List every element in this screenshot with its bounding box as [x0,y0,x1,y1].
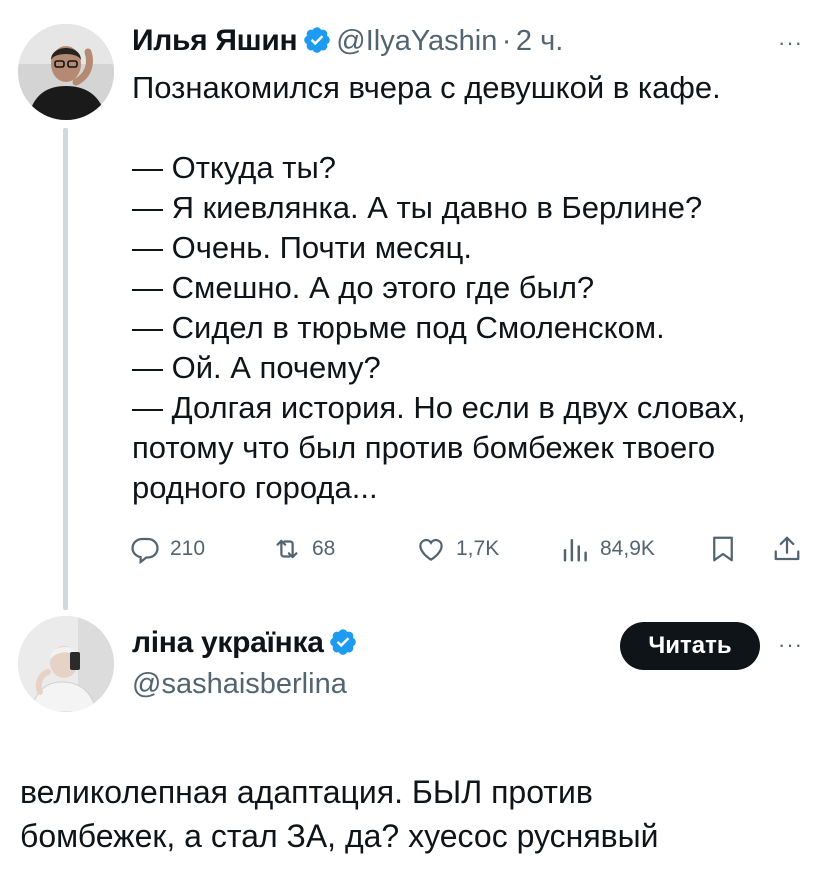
reply-author-handle[interactable]: @sashaisberlina [132,668,347,701]
tweet-line: — Откуда ты? [132,150,336,185]
reply-header: ліна українка [132,626,358,660]
like-count: 1,7K [456,537,500,560]
tweet-header: Илья Яшин @IlyaYashin · 2 ч. [132,24,563,58]
bookmark-icon [713,536,733,562]
reply-line: бомбежек, а стал ЗА, да? хуесос руснявый [20,818,659,854]
reply-text: великолепная адаптация. БЫЛ против бомбе… [20,770,820,858]
author-handle[interactable]: @IlyaYashin [336,25,497,57]
reply-author-name[interactable]: ліна українка [132,626,324,659]
share-icon [774,536,800,561]
follow-button[interactable]: Читать [620,622,760,670]
more-options-icon[interactable]: ··· [778,30,803,56]
tweet-time[interactable]: 2 ч. [516,25,563,57]
bookmark-button[interactable] [708,534,738,564]
author-name[interactable]: Илья Яшин [132,24,298,57]
repost-icon [276,539,298,559]
tweet-line: — Я киевлянка. А ты давно в Берлине? [132,190,703,225]
reply-button[interactable]: 210 [130,534,205,564]
repost-button[interactable]: 68 [272,534,335,564]
views-chart-icon [563,539,587,562]
heart-icon [419,538,443,561]
thread-connector [63,128,68,610]
views-count: 84,9K [600,537,655,560]
reply-count: 210 [170,537,206,560]
tweet-line: Познакомился вчера с девушкой в кафе. [132,70,721,105]
meta-separator: · [501,25,512,57]
tweet-line: потому что был против бомбежек твоего [132,430,716,465]
reply-icon [131,537,159,564]
tweet-line: — Очень. Почти месяц. [132,230,472,265]
tweet-line: — Ой. А почему? [132,350,381,385]
reply-author-avatar[interactable] [18,616,114,712]
share-button[interactable] [772,534,802,564]
author-avatar[interactable] [18,24,114,120]
views-button[interactable]: 84,9K [560,534,655,564]
repost-count: 68 [312,537,336,560]
tweet-line: — Сидел в тюрьме под Смоленском. [132,310,665,345]
reply-line: великолепная адаптация. БЫЛ против [20,774,593,810]
like-button[interactable]: 1,7K [416,534,499,564]
verified-badge-icon [328,627,358,657]
tweet-line: родного города... [132,470,378,505]
tweet-text: Познакомился вчера с девушкой в кафе. — … [132,68,812,508]
more-options-icon[interactable]: ··· [778,632,803,658]
tweet-line: — Долгая история. Но если в двух словах, [132,390,746,425]
tweet-line: — Смешно. А до этого где был? [132,270,595,305]
verified-badge-icon [302,25,332,55]
